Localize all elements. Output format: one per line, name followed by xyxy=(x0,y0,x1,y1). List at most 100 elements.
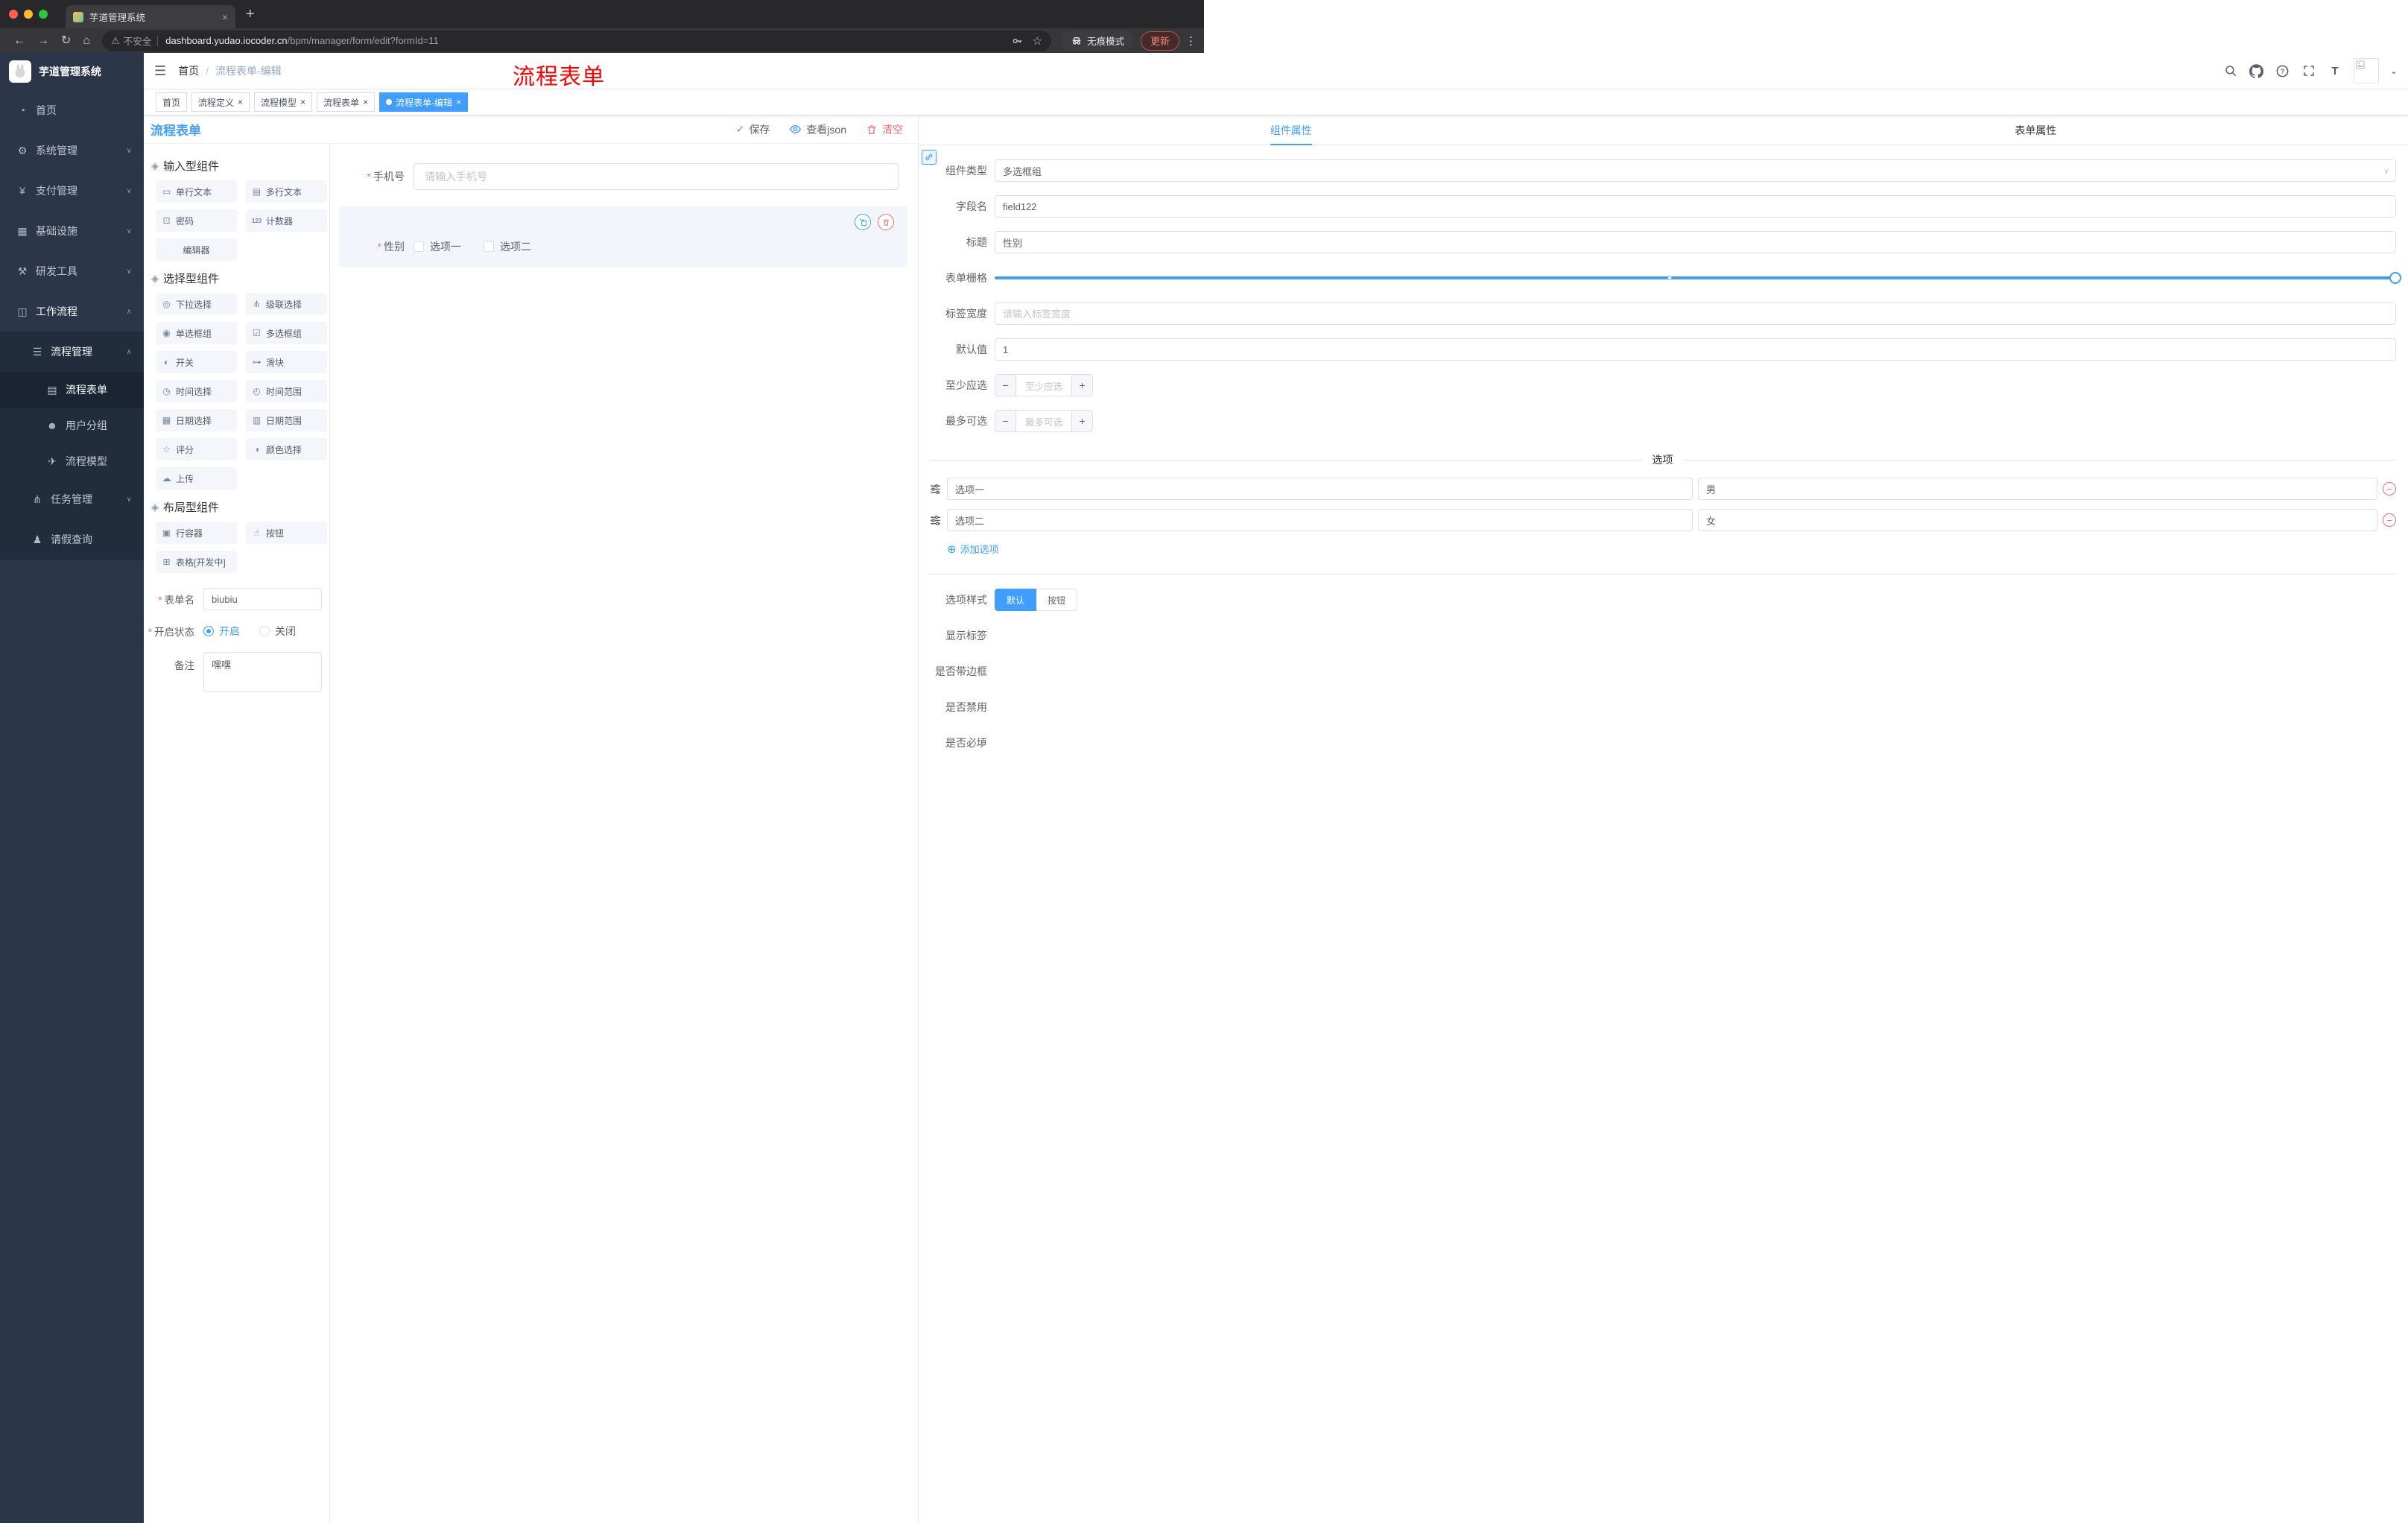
sidebar-item-user-group[interactable]: ☻ 用户分组 xyxy=(0,408,144,443)
palette-item-table[interactable]: ⊞ 表格[开发中] xyxy=(156,551,237,573)
window-zoom-button[interactable] xyxy=(39,10,48,19)
add-option-button[interactable]: ⊕ 添加选项 xyxy=(947,542,2396,556)
canvas-field-gender-selected[interactable]: 性别 选项一 选项二 xyxy=(339,206,907,267)
phone-input[interactable] xyxy=(414,163,899,190)
reload-icon[interactable]: ↻ xyxy=(61,34,71,47)
browser-menu-icon[interactable]: ⋮ xyxy=(1185,34,1197,48)
palette-item-slider[interactable]: ⊶ 滑块 xyxy=(246,351,327,373)
sidebar-item-system-management[interactable]: ⚙ 系统管理 ∨ xyxy=(0,130,144,171)
checkbox-option-2[interactable]: 选项二 xyxy=(484,239,531,254)
sidebar-item-payment-management[interactable]: ¥ 支付管理 ∨ xyxy=(0,171,144,211)
drag-handle-icon[interactable] xyxy=(929,514,942,527)
sidebar-toggle-icon[interactable]: ☰ xyxy=(154,63,166,79)
help-icon[interactable]: ? xyxy=(2275,63,2290,78)
tag-close-icon[interactable]: × xyxy=(238,97,243,107)
sidebar-item-process-management[interactable]: ☰ 流程管理 ∧ xyxy=(0,332,144,372)
browser-update-button[interactable]: 更新 xyxy=(1140,31,1179,51)
option-2-value-input[interactable] xyxy=(1698,509,2377,531)
text-size-icon[interactable]: T xyxy=(2328,63,2342,78)
slider-handle[interactable] xyxy=(2389,272,2401,284)
palette-item-editor[interactable]: 编辑器 xyxy=(156,238,237,261)
option-2-label-input[interactable] xyxy=(947,509,1693,531)
option-style-button-button[interactable]: 按钮 xyxy=(1036,589,1078,611)
window-minimize-button[interactable] xyxy=(24,10,33,19)
form-grid-slider[interactable] xyxy=(995,266,2401,290)
tag-home[interactable]: 首页 xyxy=(156,92,188,112)
tab-form-props[interactable]: 表单属性 xyxy=(1664,115,2408,145)
tag-close-icon[interactable]: × xyxy=(363,97,368,107)
tag-process-definition[interactable]: 流程定义 × xyxy=(191,92,250,112)
palette-item-counter[interactable]: 123 计数器 xyxy=(246,209,327,232)
remove-option-icon[interactable]: − xyxy=(2383,482,2396,495)
sidebar-item-home[interactable]: ◔ 首页 xyxy=(0,90,144,130)
new-tab-button[interactable]: + xyxy=(246,7,255,22)
tab-component-props[interactable]: 组件属性 xyxy=(919,115,1664,145)
palette-item-upload[interactable]: ☁ 上传 xyxy=(156,467,237,490)
form-canvas[interactable]: 手机号 性别 选项一 选项二 xyxy=(330,144,918,1523)
delete-widget-button[interactable] xyxy=(878,214,894,230)
field-name-input[interactable] xyxy=(995,195,2396,218)
palette-item-checkbox-group[interactable]: ☑ 多选框组 xyxy=(246,322,327,344)
view-json-button[interactable]: 查看json xyxy=(789,122,846,137)
stepper-decrease-button[interactable]: − xyxy=(995,411,1016,431)
sidebar-item-process-model[interactable]: ✈ 流程模型 xyxy=(0,443,144,479)
home-icon[interactable]: ⌂ xyxy=(83,34,90,47)
back-icon[interactable]: ← xyxy=(13,34,25,47)
fullscreen-icon[interactable] xyxy=(2301,63,2316,78)
option-style-default-button[interactable]: 默认 xyxy=(995,589,1037,611)
stepper-increase-button[interactable]: + xyxy=(1071,411,1092,431)
max-select-placeholder[interactable]: 最多可选 xyxy=(1016,411,1071,431)
form-name-input[interactable] xyxy=(203,588,322,610)
browser-tab[interactable]: 芋道管理系统 × xyxy=(66,5,235,28)
palette-item-date-picker[interactable]: ▦ 日期选择 xyxy=(156,409,237,431)
palette-item-time-picker[interactable]: ◷ 时间选择 xyxy=(156,380,237,402)
sidebar-item-infrastructure[interactable]: ▦ 基础设施 ∨ xyxy=(0,211,144,251)
palette-item-switch[interactable]: ◐ 开关 xyxy=(156,351,237,373)
option-1-value-input[interactable] xyxy=(1698,478,2377,500)
component-type-select[interactable] xyxy=(995,159,2396,182)
tag-close-icon[interactable]: × xyxy=(456,97,461,107)
status-radio-off[interactable]: 关闭 xyxy=(259,624,296,639)
palette-item-rate[interactable]: ☆ 评分 xyxy=(156,438,237,460)
sidebar-item-task-management[interactable]: ⋔ 任务管理 ∨ xyxy=(0,479,144,519)
tab-close-icon[interactable]: × xyxy=(222,11,228,23)
sidebar-item-dev-tools[interactable]: ⚒ 研发工具 ∨ xyxy=(0,251,144,291)
palette-item-radio-group[interactable]: ◉ 单选框组 xyxy=(156,322,237,344)
avatar[interactable] xyxy=(2353,58,2379,83)
palette-item-row-container[interactable]: ▣ 行容器 xyxy=(156,522,237,544)
palette-item-password[interactable]: ⊡ 密码 xyxy=(156,209,237,232)
tag-close-icon[interactable]: × xyxy=(300,97,305,107)
clear-button[interactable]: 清空 xyxy=(866,122,903,137)
password-key-icon[interactable] xyxy=(1010,34,1025,48)
drag-handle-icon[interactable] xyxy=(929,483,942,495)
slider-track[interactable] xyxy=(995,272,2401,284)
tag-process-model[interactable]: 流程模型 × xyxy=(254,92,313,112)
palette-item-single-line-text[interactable]: ▭ 单行文本 xyxy=(156,180,237,203)
checkbox-option-1[interactable]: 选项一 xyxy=(414,239,461,254)
sidebar-item-process-form[interactable]: ▤ 流程表单 xyxy=(0,372,144,408)
default-value-input[interactable] xyxy=(995,338,2396,361)
palette-item-button[interactable]: ☝ 按钮 xyxy=(246,522,327,544)
label-width-input[interactable] xyxy=(995,303,2396,325)
palette-item-color-picker[interactable]: ◑ 颜色选择 xyxy=(246,438,327,460)
breadcrumb-home[interactable]: 首页 xyxy=(178,63,199,78)
window-close-button[interactable] xyxy=(9,10,18,19)
stepper-decrease-button[interactable]: − xyxy=(995,375,1016,396)
title-input[interactable] xyxy=(995,231,2396,253)
remove-option-icon[interactable]: − xyxy=(2383,513,2396,527)
search-icon[interactable] xyxy=(2223,63,2238,78)
address-bar[interactable]: ⚠ 不安全 dashboard.yudao.iocoder.cn /bpm/ma… xyxy=(102,30,1051,51)
copy-widget-button[interactable] xyxy=(855,214,871,230)
palette-item-date-range[interactable]: ▥ 日期范围 xyxy=(246,409,327,431)
palette-item-multi-line-text[interactable]: ▤ 多行文本 xyxy=(246,180,327,203)
palette-item-cascader[interactable]: ⋔ 级联选择 xyxy=(246,293,327,315)
security-label[interactable]: 不安全 xyxy=(124,34,152,48)
forward-icon[interactable]: → xyxy=(37,34,49,47)
github-icon[interactable] xyxy=(2249,63,2264,78)
tag-process-form[interactable]: 流程表单 × xyxy=(317,92,376,112)
form-remark-textarea[interactable]: 嘿嘿 xyxy=(203,652,322,692)
avatar-caret-icon[interactable]: ⌄ xyxy=(2390,66,2398,76)
palette-item-dropdown-select[interactable]: ◎ 下拉选择 xyxy=(156,293,237,315)
min-select-placeholder[interactable]: 至少应选 xyxy=(1016,375,1071,396)
save-button[interactable]: ✓ 保存 xyxy=(736,122,770,137)
